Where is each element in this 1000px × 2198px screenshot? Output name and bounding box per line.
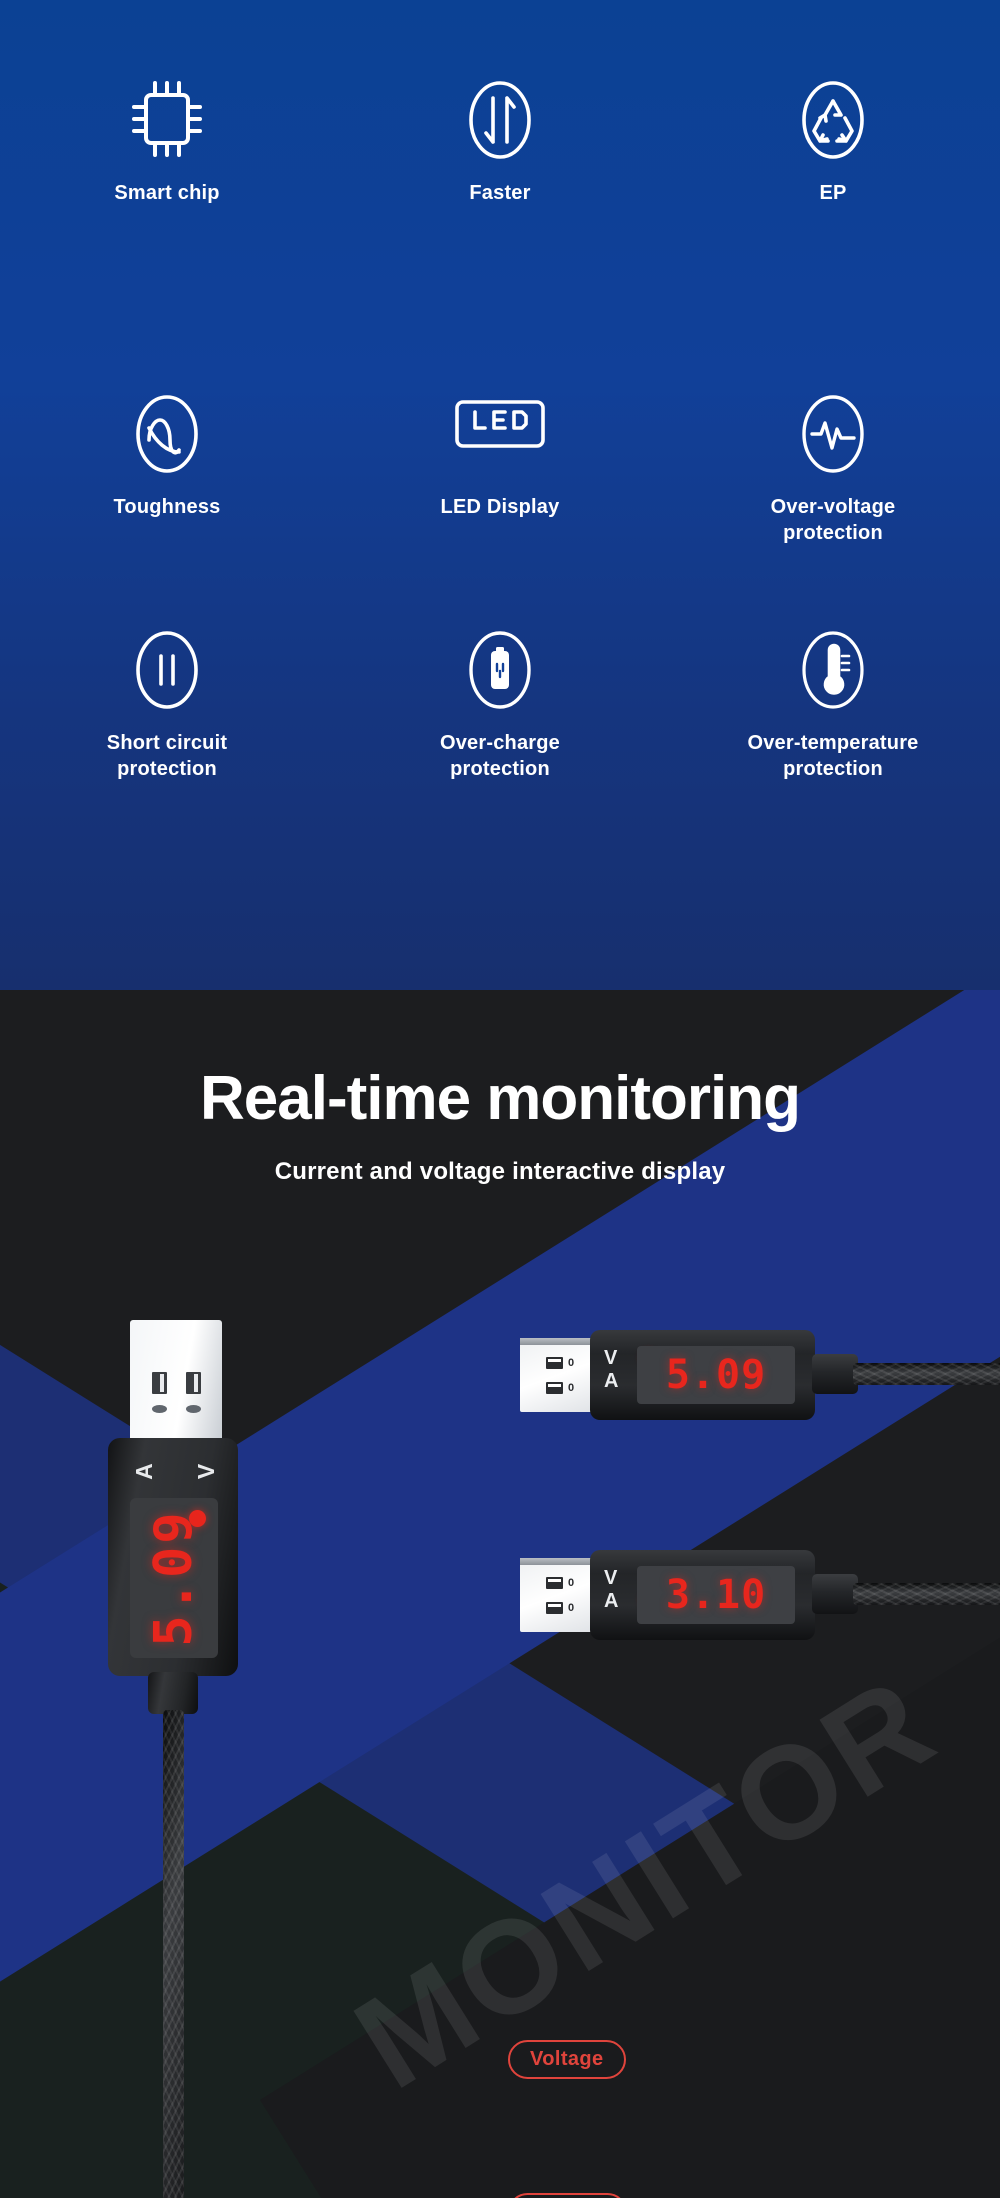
feature-item-label: Smart chip [114, 182, 220, 204]
unit-label-a: A [604, 1590, 619, 1612]
usb-marking: 0 [546, 1602, 574, 1614]
usb-marking-bars [546, 1357, 563, 1369]
usb-marking: 0 [546, 1577, 574, 1589]
feature-item-short-circuit: Short circuit protection [27, 628, 307, 783]
feature-item-over-voltage: Over-voltage protection [693, 392, 973, 547]
braided-cable [163, 1710, 184, 2198]
led-display-icon [360, 392, 640, 478]
unit-label-v: V [192, 1463, 219, 1479]
cable-strain-relief [148, 1672, 198, 1714]
current-unit-labels: V A [604, 1568, 618, 1611]
current-led-screen: 3.10 [637, 1566, 795, 1624]
wave-toughness-icon [27, 392, 307, 478]
voltage-led-reading: 5.09 [665, 1352, 767, 1398]
feature-item-label: Over-voltage protection [770, 496, 896, 545]
usb-contact-slot [186, 1372, 201, 1394]
primary-unit-labels: A V [130, 1458, 219, 1484]
usb-latch-hole [186, 1405, 201, 1413]
chip-icon [27, 78, 307, 164]
current-module-housing: V A 3.10 [590, 1550, 815, 1640]
primary-led-screen: 5.09 [130, 1498, 218, 1658]
braided-cable [853, 1583, 1000, 1605]
voltage-led-screen: 5.09 [637, 1346, 795, 1404]
usb-shell-cap [520, 1558, 598, 1565]
feature-item-label: Short circuit protection [106, 732, 228, 781]
usb-marking-label: 0 [568, 1357, 575, 1369]
primary-connector-housing: A V 5.09 [108, 1438, 238, 1676]
cable-strain-relief [812, 1574, 858, 1614]
feature-item-led-display: LED Display [360, 392, 640, 520]
pause-bars-icon [27, 628, 307, 714]
usb-marking: 0 [546, 1382, 574, 1394]
feature-item-faster: Faster [360, 78, 640, 206]
usb-marking-label: 0 [568, 1577, 575, 1589]
feature-item-label: Over-charge protection [439, 732, 561, 781]
usb-a-plug: 0 0 [520, 1558, 598, 1632]
usb-marking-bars [546, 1577, 563, 1589]
feature-item-over-temperature: Over-temperature protection [693, 628, 973, 783]
feature-item-label: Toughness [113, 496, 221, 518]
usb-shell-cap [520, 1338, 598, 1345]
feature-item-label: LED Display [440, 496, 560, 518]
feature-item-label: Faster [469, 182, 531, 204]
usb-marking-bars [546, 1382, 563, 1394]
unit-label-a: A [604, 1370, 619, 1392]
thermometer-icon [693, 628, 973, 714]
current-led-reading: 3.10 [665, 1572, 767, 1618]
usb-marking-label: 0 [568, 1382, 575, 1394]
usb-marking: 0 [546, 1357, 574, 1369]
fast-transfer-icon [360, 78, 640, 164]
usb-a-plug: 0 0 [520, 1338, 598, 1412]
usb-a-plug [130, 1320, 222, 1442]
page-title: Real-time monitoring [199, 1064, 801, 1133]
primary-led-reading: 5.09 [144, 1509, 204, 1647]
page-subtitle: Current and voltage interactive display [274, 1158, 726, 1185]
recycle-icon [693, 78, 973, 164]
pulse-icon [693, 392, 973, 478]
feature-item-over-charge: Over-charge protection [360, 628, 640, 783]
feature-item-toughness: Toughness [27, 392, 307, 520]
usb-marking-label: 0 [568, 1602, 575, 1614]
feature-item-label: Over-temperature protection [747, 732, 919, 781]
monitoring-showcase: MONITOR Real-time monitoring Current and… [0, 990, 1000, 2198]
feature-item-ep: EP [693, 78, 973, 206]
cable-strain-relief [812, 1354, 858, 1394]
voltage-unit-labels: V A [604, 1348, 618, 1391]
unit-label-v: V [604, 1567, 618, 1589]
usb-latch-hole [152, 1405, 167, 1413]
unit-label-v: V [604, 1347, 618, 1369]
current-module: 0 0 V A 3.10 [520, 1550, 1000, 1640]
usb-contact-slot [152, 1372, 167, 1394]
battery-icon [360, 628, 640, 714]
showcase-heading-block: Real-time monitoring Current and voltage… [0, 1068, 1000, 1186]
feature-item-label: EP [819, 182, 847, 204]
feature-item-smart-chip: Smart chip [27, 78, 307, 206]
voltage-module: 0 0 V A 5.09 [520, 1330, 1000, 1420]
feature-grid: Smart chip Faster EP Toughness LED Displ… [0, 0, 1000, 990]
unit-label-a: A [130, 1462, 157, 1480]
voltage-module-housing: V A 5.09 [590, 1330, 815, 1420]
braided-cable [853, 1363, 1000, 1385]
feature-panel: Smart chip Faster EP Toughness LED Displ… [0, 0, 1000, 990]
usb-marking-bars [546, 1602, 563, 1614]
